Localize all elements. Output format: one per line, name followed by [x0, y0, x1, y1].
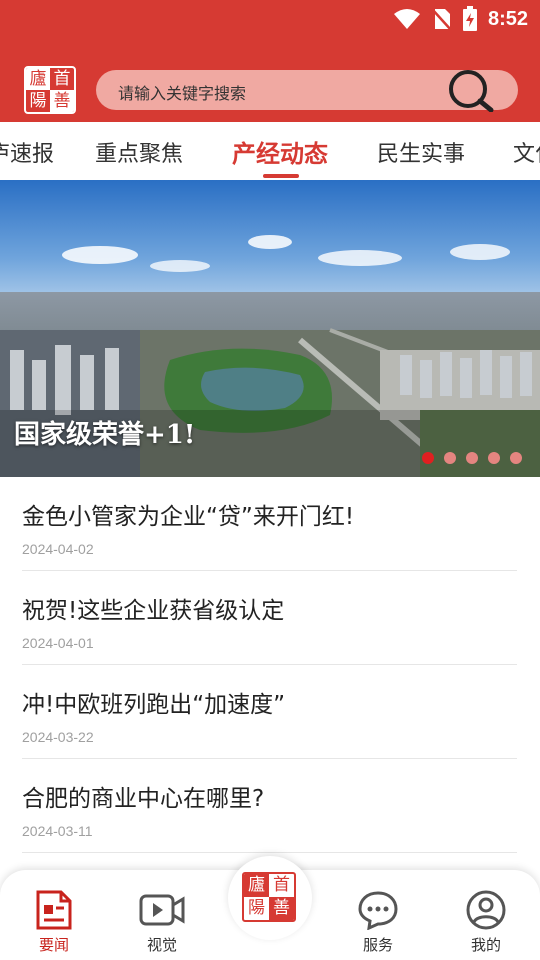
nav-news[interactable]: 要闻 [14, 890, 94, 955]
app-header: 8:52 廬 首 陽 善 请输入关键字搜索 [0, 0, 540, 122]
news-item[interactable]: 合肥的商业中心在哪里? 2024-03-11 [22, 759, 517, 853]
nav-service-label: 服务 [362, 936, 393, 954]
news-title: 祝贺!这些企业获省级认定 [22, 598, 285, 624]
carousel-dot[interactable] [444, 452, 456, 464]
tab-focus[interactable]: 重点聚焦 [95, 136, 183, 168]
app-logo[interactable]: 廬 首 陽 善 [24, 66, 76, 114]
news-date: 2024-03-22 [22, 729, 94, 745]
news-list: 金色小管家为企业“贷”来开门红! 2024-04-02 祝贺!这些企业获省级认定… [22, 477, 517, 853]
center-home-button[interactable]: 廬 首 陽 善 [228, 856, 312, 940]
category-tabs: 庐速报 重点聚焦 产经动态 民生实事 文化 [0, 122, 540, 180]
battery-charging-icon [462, 6, 477, 31]
banner-caption: 国家级荣誉+1! [14, 420, 196, 450]
tab-culture[interactable]: 文化 [513, 136, 540, 168]
nav-visual-label: 视觉 [146, 936, 177, 954]
nav-news-label: 要闻 [38, 936, 69, 954]
active-tab-indicator [263, 174, 299, 178]
wifi-icon [393, 9, 420, 29]
news-icon [36, 890, 72, 930]
logo-char: 善 [50, 90, 74, 112]
nav-service[interactable]: 服务 [338, 890, 418, 955]
news-date: 2024-03-11 [22, 823, 93, 839]
tab-industry-news[interactable]: 产经动态 [232, 134, 328, 169]
carousel-dot[interactable] [466, 452, 478, 464]
carousel-dot[interactable] [422, 452, 434, 464]
logo-char: 廬 [244, 874, 269, 897]
news-item[interactable]: 金色小管家为企业“贷”来开门红! 2024-04-02 [22, 477, 517, 571]
tab-lu-news[interactable]: 庐速报 [0, 136, 54, 168]
logo-char: 陽 [29, 90, 47, 111]
nav-mine-label: 我的 [470, 936, 501, 954]
news-title: 金色小管家为企业“贷”来开门红! [22, 504, 355, 530]
profile-icon [466, 890, 506, 930]
news-item[interactable]: 冲!中欧班列跑出“加速度” 2024-03-22 [22, 665, 517, 759]
chat-icon [358, 891, 398, 930]
carousel-dot[interactable] [488, 452, 500, 464]
logo-char: 善 [269, 897, 294, 920]
status-bar: 8:52 [0, 0, 540, 38]
logo-char: 首 [273, 875, 290, 895]
news-title: 冲!中欧班列跑出“加速度” [22, 692, 286, 718]
bottom-nav: 要闻 视觉 廬 首 陽 善 服务 我的 [0, 856, 540, 960]
news-item[interactable]: 祝贺!这些企业获省级认定 2024-04-01 [22, 571, 517, 665]
center-logo: 廬 首 陽 善 [242, 872, 296, 922]
search-input[interactable]: 请输入关键字搜索 [96, 68, 518, 112]
video-icon [139, 894, 185, 926]
logo-char: 首 [53, 68, 71, 89]
nav-visual[interactable]: 视觉 [122, 890, 202, 955]
carousel-dot[interactable] [510, 452, 522, 464]
search-placeholder: 请输入关键字搜索 [118, 84, 247, 103]
no-sim-icon [431, 8, 452, 31]
nav-mine[interactable]: 我的 [446, 890, 526, 955]
status-time: 8:52 [487, 7, 528, 30]
tab-livelihood[interactable]: 民生实事 [377, 136, 465, 168]
logo-char: 陽 [248, 898, 265, 918]
search-icon[interactable] [446, 68, 498, 112]
banner-carousel[interactable]: 国家级荣誉+1! [0, 180, 540, 477]
news-title: 合肥的商业中心在哪里? [22, 786, 265, 812]
carousel-indicator [422, 452, 522, 464]
news-date: 2024-04-01 [22, 635, 94, 651]
news-date: 2024-04-02 [22, 541, 94, 557]
logo-char: 廬 [26, 68, 50, 90]
